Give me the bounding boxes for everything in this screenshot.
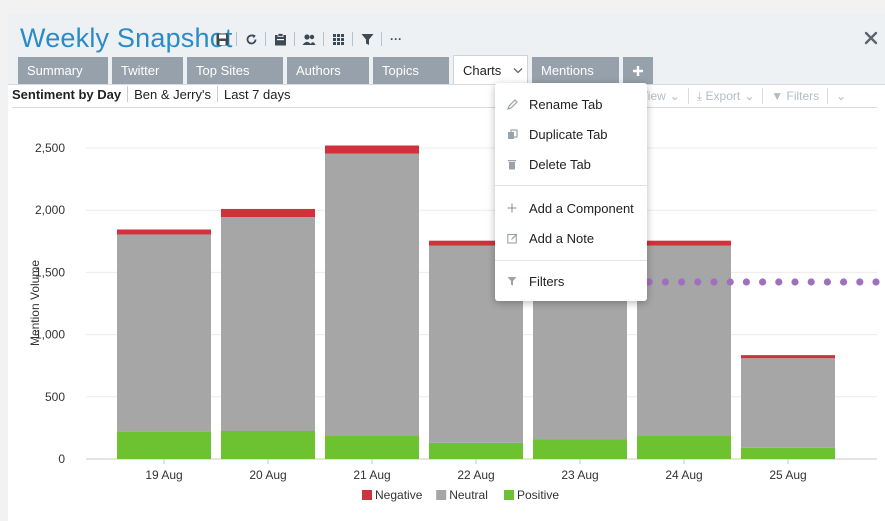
drag-dot <box>678 278 686 286</box>
menu-item-label: Duplicate Tab <box>529 126 608 142</box>
x-tick-label: 21 Aug <box>353 468 390 482</box>
bar-segment-positive <box>637 435 731 459</box>
y-axis-title: Mention Volume <box>28 260 42 346</box>
pencil-icon <box>507 98 527 110</box>
bar-segment-neutral <box>117 234 211 432</box>
y-tick-label: 500 <box>45 390 65 404</box>
menu-item-filters[interactable]: Filters <box>495 269 647 293</box>
menu-item-delete-tab[interactable]: Delete Tab <box>495 152 647 176</box>
x-tick-label: 22 Aug <box>457 468 494 482</box>
bar-segment-neutral <box>325 153 419 436</box>
plus-icon <box>507 203 527 213</box>
legend-label: Negative <box>375 488 423 502</box>
bar-segment-positive <box>221 431 315 459</box>
y-tick-label: 0 <box>58 452 65 466</box>
x-tick-label: 19 Aug <box>145 468 182 482</box>
drag-dot <box>856 278 864 286</box>
bar-segment-neutral <box>637 245 731 436</box>
bar-segment-positive <box>325 435 419 459</box>
bar-segment-negative <box>325 145 419 154</box>
legend-label: Positive <box>517 488 559 502</box>
menu-item-add-note[interactable]: Add a Note <box>495 226 647 250</box>
bar-segment-neutral <box>533 281 627 440</box>
x-tick-label: 24 Aug <box>665 468 702 482</box>
bar-segment-positive <box>741 447 835 459</box>
drag-dot <box>759 278 767 286</box>
menu-item-label: Add a Note <box>529 230 595 246</box>
menu-item-label: Delete Tab <box>529 156 591 172</box>
drag-dot <box>694 278 702 286</box>
trash-icon <box>507 159 527 170</box>
drag-indicator-dots <box>629 278 880 286</box>
drag-dot <box>872 278 880 286</box>
drag-dot <box>775 278 783 286</box>
legend-swatch <box>504 490 514 500</box>
bar-segment-negative <box>117 229 211 235</box>
legend-label: Neutral <box>449 488 488 502</box>
menu-item-duplicate-tab[interactable]: Duplicate Tab <box>495 122 647 146</box>
bar-segment-neutral <box>221 217 315 432</box>
legend-swatch <box>436 490 447 500</box>
bar-segment-neutral <box>741 358 835 448</box>
legend-swatch <box>362 490 372 500</box>
menu-item-label: Add a Component <box>529 200 634 216</box>
x-tick-label: 23 Aug <box>561 468 598 482</box>
drag-dot <box>661 278 669 286</box>
drag-dot <box>840 278 848 286</box>
y-tick-label: 2,000 <box>35 203 65 217</box>
drag-dot <box>726 278 734 286</box>
bar-segment-positive <box>117 431 211 459</box>
bar-segment-positive <box>533 439 627 459</box>
y-tick-label: 2,500 <box>35 141 65 155</box>
drag-dot <box>807 278 815 286</box>
bar-segment-positive <box>429 442 523 459</box>
duplicate-icon <box>507 128 527 140</box>
x-tick-label: 20 Aug <box>249 468 286 482</box>
menu-divider <box>495 185 647 186</box>
drag-dot <box>791 278 799 286</box>
bar-segment-negative <box>221 208 315 218</box>
drag-dot <box>742 278 750 286</box>
filter-icon <box>507 276 527 286</box>
sentiment-chart: 05001,0001,5002,0002,500Mention Volume19… <box>28 141 877 502</box>
bar-segment-negative <box>741 355 835 359</box>
menu-item-label: Filters <box>529 273 565 289</box>
x-tick-label: 25 Aug <box>769 468 806 482</box>
menu-item-add-component[interactable]: Add a Component <box>495 196 647 220</box>
tab-context-menu: Rename Tab Duplicate Tab Delete Tab Add … <box>495 83 647 301</box>
drag-dot <box>823 278 831 286</box>
menu-divider <box>495 260 647 261</box>
menu-item-label: Rename Tab <box>529 96 603 112</box>
menu-item-rename-tab[interactable]: Rename Tab <box>495 92 647 116</box>
note-icon <box>507 233 527 244</box>
bar-segment-negative <box>637 240 731 246</box>
drag-dot <box>710 278 718 286</box>
